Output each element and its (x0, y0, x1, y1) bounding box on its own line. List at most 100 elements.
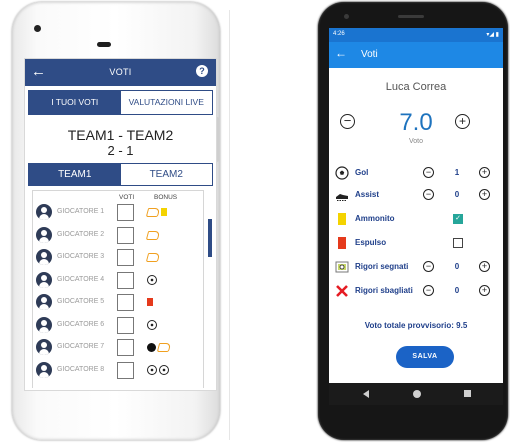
vote-increase-button[interactable]: + (455, 114, 470, 129)
vote-input[interactable] (117, 294, 134, 311)
bonus-icons (147, 295, 153, 309)
player-name: GIOCATORE 3 (57, 253, 105, 260)
row-label: Ammonito (355, 214, 395, 223)
nav-recents-icon[interactable] (464, 390, 471, 397)
ball-icon (147, 365, 157, 375)
assist-boot-icon (145, 252, 161, 262)
gol-increase-button[interactable]: + (479, 167, 490, 178)
app-bar: ← VOTI ? (25, 59, 216, 86)
row-label: Espulso (355, 238, 387, 247)
assist-boot-icon (145, 207, 161, 217)
bonus-icons (147, 318, 157, 332)
assist-boot-icon (156, 342, 172, 352)
yellow-card-icon (161, 208, 167, 216)
total-vote: Voto totale provvisorio: 9.5 (329, 321, 503, 330)
player-name: Luca Correa (385, 81, 447, 93)
avatar (36, 227, 52, 243)
player-name: GIOCATORE 8 (57, 366, 105, 373)
player-name: GIOCATORE 6 (57, 321, 105, 328)
list-item[interactable]: GIOCATORE 2 (34, 226, 202, 244)
arrow-left-icon[interactable]: ← (335, 46, 347, 60)
rigori-sbagliati-increase-button[interactable]: + (479, 285, 490, 296)
player-name: GIOCATORE 5 (57, 298, 105, 305)
bonus-icons (147, 340, 172, 354)
assist-value: 0 (454, 190, 460, 199)
list-item[interactable]: GIOCATORE 1 (34, 203, 202, 221)
scrollbar[interactable] (208, 219, 212, 257)
gol-decrease-button[interactable]: − (423, 167, 434, 178)
bonus-icons (145, 250, 161, 264)
row-label: Rigori segnati (355, 262, 409, 271)
vote-input[interactable] (117, 204, 134, 221)
left-screen: ← VOTI ? I TUOI VOTI VALUTAZIONI LIVE TE… (24, 58, 217, 391)
espulso-checkbox[interactable] (453, 238, 463, 248)
avatar (36, 362, 52, 378)
rigori-sbagliati-decrease-button[interactable]: − (423, 285, 434, 296)
status-bar: 4:26 ▾◢ ▮ (329, 28, 503, 42)
tab-team2[interactable]: TEAM2 (120, 164, 212, 185)
assist-decrease-button[interactable]: − (423, 189, 434, 200)
avatar (36, 204, 52, 220)
vote-input[interactable] (117, 362, 134, 379)
nav-home-icon[interactable] (413, 390, 421, 398)
player-name: GIOCATORE 1 (57, 208, 105, 215)
penalty-scored-icon (335, 261, 349, 273)
column-header-voti: VOTI (119, 194, 135, 201)
rigori-segnati-value: 0 (454, 262, 460, 271)
column-header-bonus: BONUS (154, 194, 178, 201)
vote-input[interactable] (117, 227, 134, 244)
avatar (36, 294, 52, 310)
gol-value: 1 (454, 168, 460, 177)
penalty-missed-icon (336, 285, 348, 297)
rigori-segnati-decrease-button[interactable]: − (423, 261, 434, 272)
vote-input[interactable] (117, 339, 134, 356)
row-espulso: Espulso (329, 234, 503, 252)
list-item[interactable]: GIOCATORE 6 (34, 316, 202, 334)
avatar (36, 272, 52, 288)
assist-increase-button[interactable]: + (479, 189, 490, 200)
row-assist: Assist − 0 + (329, 186, 503, 204)
bonus-icons (145, 228, 161, 242)
list-item[interactable]: GIOCATORE 5 (34, 293, 202, 311)
rigori-segnati-increase-button[interactable]: + (479, 261, 490, 272)
front-camera (34, 25, 41, 32)
ammonito-checkbox[interactable]: ✓ (453, 214, 463, 224)
page-title: VOTI (109, 67, 132, 77)
red-card-icon (147, 298, 153, 306)
vote-input[interactable] (117, 272, 134, 289)
nav-back-icon[interactable] (363, 390, 369, 398)
list-item[interactable]: GIOCATORE 4 (34, 271, 202, 289)
vote-input[interactable] (117, 249, 134, 266)
list-item[interactable]: GIOCATORE 7 (34, 338, 202, 356)
vote-value: 7.0 (399, 109, 433, 136)
save-button[interactable]: SALVA (396, 346, 454, 368)
android-nav-bar (329, 383, 503, 405)
vote-input[interactable] (117, 317, 134, 334)
page-title: Voti (361, 49, 378, 60)
total-value: 9.5 (456, 321, 468, 330)
list-item[interactable]: GIOCATORE 8 (34, 361, 202, 379)
divider (229, 10, 230, 440)
row-rigori-sbagliati: Rigori sbagliati − 0 + (329, 282, 503, 300)
total-label: Voto totale provvisorio: (364, 321, 454, 330)
player-name: GIOCATORE 7 (57, 343, 105, 350)
yellow-card-icon (338, 213, 346, 225)
avatar (36, 249, 52, 265)
help-icon[interactable]: ? (196, 65, 208, 77)
vote-label: Voto (408, 138, 423, 145)
tab-valutazioni-live[interactable]: VALUTAZIONI LIVE (120, 91, 212, 114)
row-label: Gol (355, 168, 369, 177)
row-gol: Gol − 1 + (329, 164, 503, 182)
rigori-sbagliati-value: 0 (454, 286, 460, 295)
match-score: 2 - 1 (107, 143, 134, 158)
ball-icon (147, 320, 157, 330)
tab-i-tuoi-voti[interactable]: I TUOI VOTI (29, 91, 121, 114)
ball-icon (335, 166, 349, 180)
earpiece-speaker (398, 15, 424, 18)
tab-team1[interactable]: TEAM1 (29, 164, 121, 185)
list-item[interactable]: GIOCATORE 3 (34, 248, 202, 266)
avatar (36, 317, 52, 333)
row-ammonito: Ammonito ✓ (329, 210, 503, 228)
front-camera (344, 14, 349, 19)
player-name: GIOCATORE 4 (57, 276, 105, 283)
